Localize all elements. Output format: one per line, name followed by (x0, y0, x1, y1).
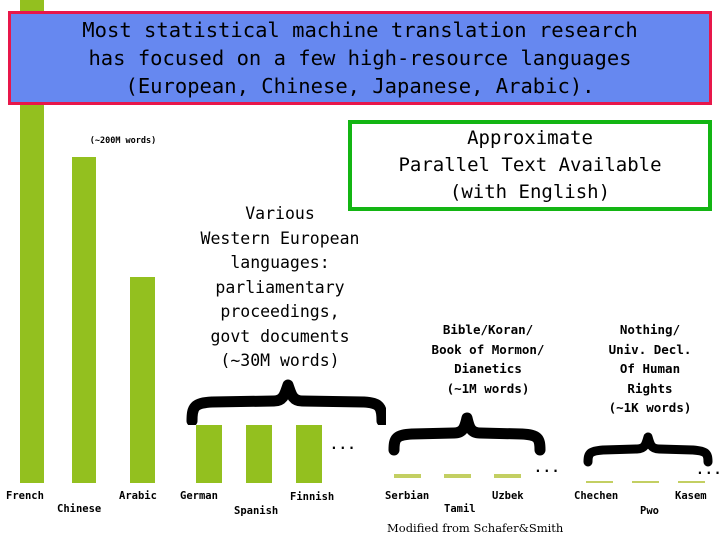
x-label-arabic: Arabic (119, 490, 157, 502)
x-label-tamil: Tamil (444, 503, 476, 515)
x-label-french: French (6, 490, 44, 502)
brace-nothing-group (583, 432, 713, 467)
legend-title-box: Approximate Parallel Text Available (wit… (348, 120, 712, 211)
annotation-bible-group: Bible/Koran/ Book of Mormon/ Dianetics (… (431, 322, 545, 396)
x-label-finnish: Finnish (290, 491, 335, 503)
x-label-chinese: Chinese (57, 503, 102, 515)
ellipsis-nothing: ... (696, 463, 720, 478)
source-credit: Modified from Schafer&Smith (387, 521, 564, 535)
brace-bible-group (388, 412, 546, 456)
annotation-western-european: Various Western European languages: parl… (200, 204, 360, 370)
bar-german (196, 425, 222, 483)
bar-tamil (444, 474, 471, 478)
x-label-serbian: Serbian (385, 490, 430, 502)
bar-serbian (394, 474, 421, 478)
headline-banner: Most statistical machine translation res… (8, 11, 712, 105)
x-label-kasem: Kasem (675, 490, 707, 502)
x-label-uzbek: Uzbek (492, 490, 524, 502)
annotation-top-bar-words: (~200M words) (89, 136, 157, 146)
annotation-nothing-group: Nothing/ Univ. Decl. Of Human Rights (~1… (608, 322, 692, 415)
x-label-german: German (180, 490, 218, 502)
ellipsis-bible: ... (534, 461, 561, 476)
slide-canvas: (~200M words) Various Western European l… (0, 0, 720, 540)
x-label-chechen: Chechen (574, 490, 619, 502)
bar-chechen (586, 481, 613, 483)
bar-finnish (296, 425, 322, 483)
bar-kasem (678, 481, 705, 483)
x-label-pwo: Pwo (640, 505, 659, 517)
x-label-spanish: Spanish (234, 505, 279, 517)
headline-banner-text: Most statistical machine translation res… (82, 18, 638, 98)
bar-uzbek (494, 474, 521, 478)
bar-pwo (632, 481, 659, 483)
bar-spanish (246, 425, 272, 483)
legend-title-text: Approximate Parallel Text Available (wit… (398, 127, 662, 203)
ellipsis-western: ... (330, 438, 357, 453)
bar-chinese (72, 157, 96, 483)
